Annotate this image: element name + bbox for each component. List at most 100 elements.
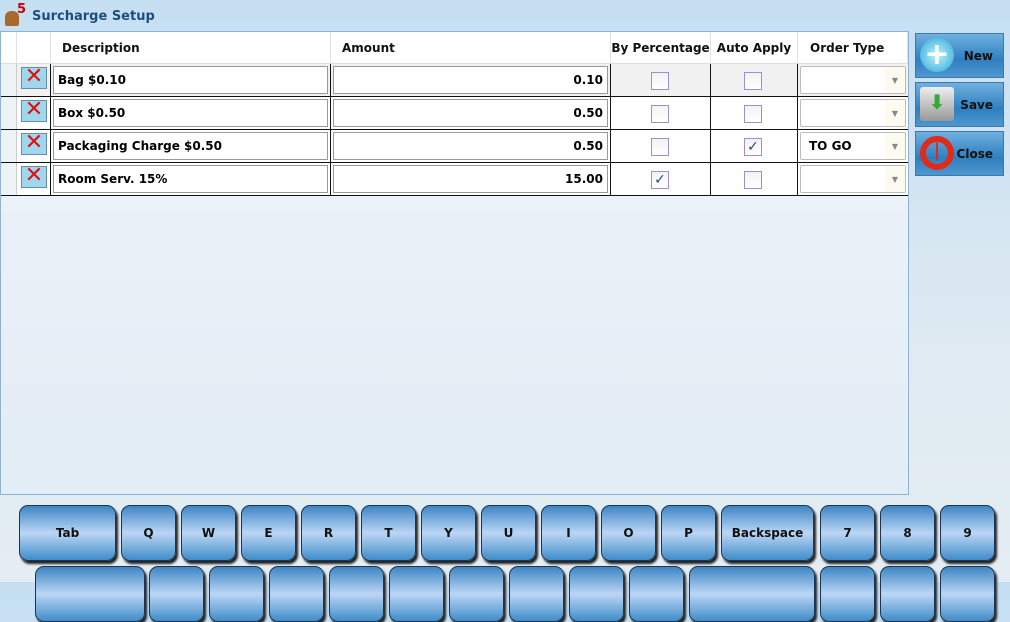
row-header[interactable] [1, 64, 17, 96]
by-percentage-cell [611, 97, 711, 129]
save-button[interactable]: ⬇ Save [915, 82, 1004, 127]
dropdown-arrow-icon: ▼ [885, 100, 905, 126]
auto-apply-cell: ✓ [711, 130, 798, 162]
delete-x-icon[interactable]: ✕ [21, 165, 47, 188]
amount-cell: 15.00 [331, 163, 611, 195]
key-row2-6[interactable] [449, 566, 504, 622]
plus-icon: + [920, 38, 954, 72]
key-w[interactable]: W [181, 505, 236, 561]
order-type-dropdown[interactable]: TO GO ▼ [800, 132, 906, 160]
save-disk-icon: ⬇ [920, 87, 954, 121]
delete-cell: ✕ [17, 97, 51, 129]
delete-x-icon[interactable]: ✕ [21, 99, 47, 122]
header-description[interactable]: Description [51, 32, 331, 64]
key-row2-0[interactable] [35, 566, 145, 622]
key-backspace[interactable]: Backspace [721, 505, 814, 561]
header-delete [17, 32, 51, 64]
key-tab[interactable]: Tab [19, 505, 116, 561]
by-percentage-checkbox[interactable] [651, 72, 669, 90]
amount-cell: 0.50 [331, 97, 611, 129]
key-y[interactable]: Y [421, 505, 476, 561]
dropdown-arrow-icon: ▼ [885, 133, 905, 159]
table-row[interactable]: ✕ Room Serv. 15% 15.00 ✓ ▼ [1, 163, 908, 196]
row-header[interactable] [1, 163, 17, 195]
select-all-corner[interactable] [1, 32, 17, 64]
key-row2-3[interactable] [269, 566, 324, 622]
auto-apply-cell [711, 97, 798, 129]
amount-field[interactable]: 0.10 [333, 66, 608, 94]
delete-cell: ✕ [17, 64, 51, 96]
key-row2-7[interactable] [509, 566, 564, 622]
key-r[interactable]: R [301, 505, 356, 561]
order-type-dropdown[interactable]: ▼ [800, 165, 906, 193]
key-row2-12[interactable] [880, 566, 935, 622]
close-button[interactable]: | Close [915, 131, 1004, 176]
order-type-cell: ▼ [798, 64, 908, 96]
key-i[interactable]: I [541, 505, 596, 561]
key-row2-13[interactable] [940, 566, 995, 622]
description-cell: Packaging Charge $0.50 [51, 130, 331, 162]
key-row2-4[interactable] [329, 566, 384, 622]
header-amount[interactable]: Amount [331, 32, 611, 64]
amount-field[interactable]: 0.50 [333, 99, 608, 127]
header-by-percentage[interactable]: By Percentage [611, 32, 711, 64]
row-header[interactable] [1, 97, 17, 129]
auto-apply-checkbox[interactable] [744, 105, 762, 123]
table-row[interactable]: ✕ Packaging Charge $0.50 0.50 ✓ TO GO ▼ [1, 130, 908, 163]
dropdown-arrow-icon: ▼ [885, 67, 905, 93]
header-order-type[interactable]: Order Type [798, 32, 908, 64]
auto-apply-cell [711, 163, 798, 195]
by-percentage-cell [611, 64, 711, 96]
new-button[interactable]: + New [915, 33, 1004, 78]
key-8[interactable]: 8 [880, 505, 935, 561]
auto-apply-checkbox[interactable] [744, 171, 762, 189]
by-percentage-checkbox[interactable] [651, 138, 669, 156]
header-auto-apply[interactable]: Auto Apply [711, 32, 798, 64]
by-percentage-checkbox[interactable]: ✓ [651, 171, 669, 189]
by-percentage-cell [611, 130, 711, 162]
description-field[interactable]: Packaging Charge $0.50 [53, 132, 328, 160]
key-t[interactable]: T [361, 505, 416, 561]
amount-cell: 0.50 [331, 130, 611, 162]
key-row2-10[interactable] [689, 566, 815, 622]
window-title: Surcharge Setup [32, 8, 155, 24]
key-7[interactable]: 7 [820, 505, 875, 561]
amount-field[interactable]: 0.50 [333, 132, 608, 160]
order-type-cell: ▼ [798, 163, 908, 195]
description-cell: Box $0.50 [51, 97, 331, 129]
amount-cell: 0.10 [331, 64, 611, 96]
row-header[interactable] [1, 130, 17, 162]
order-type-cell: TO GO ▼ [798, 130, 908, 162]
description-field[interactable]: Bag $0.10 [53, 66, 328, 94]
description-field[interactable]: Room Serv. 15% [53, 165, 328, 193]
delete-cell: ✕ [17, 130, 51, 162]
key-row2-2[interactable] [209, 566, 264, 622]
key-9[interactable]: 9 [940, 505, 995, 561]
order-type-dropdown[interactable]: ▼ [800, 66, 906, 94]
save-label: Save [960, 97, 993, 112]
delete-cell: ✕ [17, 163, 51, 195]
key-row2-5[interactable] [389, 566, 444, 622]
app-logo-icon: 5 [4, 2, 26, 27]
key-row2-11[interactable] [820, 566, 875, 622]
description-field[interactable]: Box $0.50 [53, 99, 328, 127]
key-row2-1[interactable] [149, 566, 204, 622]
order-type-dropdown[interactable]: ▼ [800, 99, 906, 127]
key-q[interactable]: Q [121, 505, 176, 561]
by-percentage-checkbox[interactable] [651, 105, 669, 123]
delete-x-icon[interactable]: ✕ [21, 66, 47, 89]
table-row[interactable]: ✕ Bag $0.10 0.10 ▼ [1, 64, 908, 97]
key-p[interactable]: P [661, 505, 716, 561]
auto-apply-checkbox[interactable] [744, 72, 762, 90]
key-row2-8[interactable] [569, 566, 624, 622]
delete-x-icon[interactable]: ✕ [21, 132, 47, 155]
key-e[interactable]: E [241, 505, 296, 561]
key-o[interactable]: O [601, 505, 656, 561]
key-u[interactable]: U [481, 505, 536, 561]
amount-field[interactable]: 15.00 [333, 165, 608, 193]
key-row2-9[interactable] [629, 566, 684, 622]
auto-apply-checkbox[interactable]: ✓ [744, 138, 762, 156]
order-type-cell: ▼ [798, 97, 908, 129]
table-row[interactable]: ✕ Box $0.50 0.50 ▼ [1, 97, 908, 130]
surcharge-grid: Description Amount By Percentage Auto Ap… [0, 31, 909, 495]
